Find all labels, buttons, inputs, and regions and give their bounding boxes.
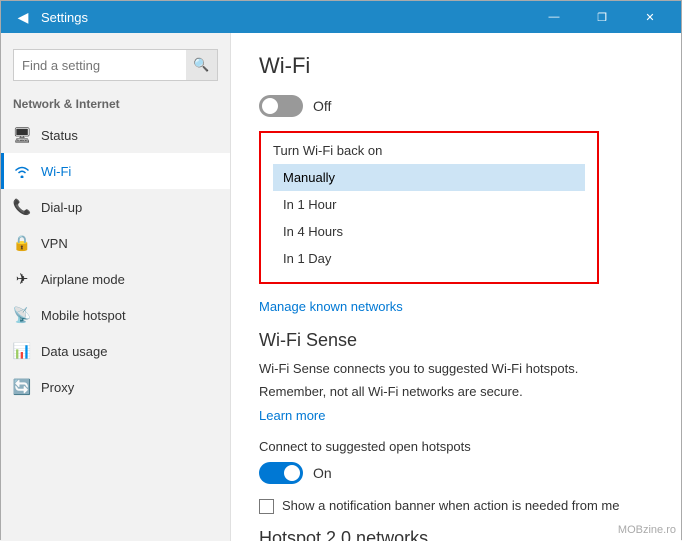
- window-controls: — ❐ ✕: [531, 1, 673, 33]
- restore-icon: ❐: [597, 11, 607, 24]
- sidebar-item-label-proxy: Proxy: [41, 380, 74, 395]
- airplane-icon: ✈: [13, 270, 31, 288]
- page-title: Wi-Fi: [259, 53, 653, 79]
- sidebar-item-hotspot[interactable]: 📡 Mobile hotspot: [1, 297, 230, 333]
- wifi-sense-desc2: Remember, not all Wi-Fi networks are sec…: [259, 384, 653, 399]
- wifi-toggle-row: Off: [259, 95, 653, 117]
- restore-button[interactable]: ❐: [579, 1, 625, 33]
- status-icon: 🖥: [13, 126, 31, 144]
- sidebar-item-vpn[interactable]: 🔒 VPN: [1, 225, 230, 261]
- notification-checkbox-row: Show a notification banner when action i…: [259, 498, 653, 514]
- wifi-back-box: Turn Wi-Fi back on Manually In 1 Hour In…: [259, 131, 599, 284]
- option-manually[interactable]: Manually: [273, 164, 585, 191]
- sidebar: 🔍 Network & Internet 🖥 Status Wi-Fi 📞 Di…: [1, 33, 231, 541]
- connect-toggle-knob: [284, 465, 300, 481]
- hotspot-icon: 📡: [13, 306, 31, 324]
- toggle-knob: [262, 98, 278, 114]
- wifi-sense-title: Wi-Fi Sense: [259, 330, 653, 351]
- hotspot20-title: Hotspot 2.0 networks: [259, 528, 653, 541]
- connect-toggle[interactable]: [259, 462, 303, 484]
- proxy-icon: 🔄: [13, 378, 31, 396]
- wifi-back-label: Turn Wi-Fi back on: [273, 143, 585, 158]
- sidebar-item-datausage[interactable]: 📊 Data usage: [1, 333, 230, 369]
- back-button[interactable]: ◀: [9, 3, 37, 31]
- sidebar-item-label-dialup: Dial-up: [41, 200, 82, 215]
- vpn-icon: 🔒: [13, 234, 31, 252]
- option-1day[interactable]: In 1 Day: [273, 245, 585, 272]
- connect-toggle-row: On: [259, 462, 653, 484]
- wifi-toggle-label: Off: [313, 98, 331, 114]
- sidebar-item-status[interactable]: 🖥 Status: [1, 117, 230, 153]
- main-layout: 🔍 Network & Internet 🖥 Status Wi-Fi 📞 Di…: [1, 33, 681, 541]
- sidebar-item-dialup[interactable]: 📞 Dial-up: [1, 189, 230, 225]
- notification-checkbox-label: Show a notification banner when action i…: [282, 498, 619, 513]
- sidebar-item-label-wifi: Wi-Fi: [41, 164, 71, 179]
- back-icon: ◀: [18, 9, 29, 26]
- datausage-icon: 📊: [13, 342, 31, 360]
- connect-label: Connect to suggested open hotspots: [259, 439, 653, 454]
- title-bar: ◀ Settings — ❐ ✕: [1, 1, 681, 33]
- sidebar-item-label-hotspot: Mobile hotspot: [41, 308, 126, 323]
- wifi-toggle[interactable]: [259, 95, 303, 117]
- wifi-sense-desc1: Wi-Fi Sense connects you to suggested Wi…: [259, 361, 653, 376]
- connect-toggle-label: On: [313, 465, 332, 481]
- notification-checkbox[interactable]: [259, 499, 274, 514]
- sidebar-item-label-vpn: VPN: [41, 236, 68, 251]
- sidebar-section-title: Network & Internet: [1, 93, 230, 117]
- sidebar-item-proxy[interactable]: 🔄 Proxy: [1, 369, 230, 405]
- search-button[interactable]: 🔍: [186, 49, 218, 81]
- search-container: 🔍: [13, 49, 218, 81]
- sidebar-item-airplane[interactable]: ✈ Airplane mode: [1, 261, 230, 297]
- close-button[interactable]: ✕: [627, 1, 673, 33]
- manage-networks-link[interactable]: Manage known networks: [259, 299, 403, 314]
- sidebar-item-label-datausage: Data usage: [41, 344, 108, 359]
- wifi-icon: [13, 162, 31, 180]
- app-title: Settings: [41, 10, 531, 25]
- minimize-icon: —: [549, 11, 560, 23]
- learn-more-link[interactable]: Learn more: [259, 408, 325, 423]
- content-area: Wi-Fi Off Turn Wi-Fi back on Manually In…: [231, 33, 681, 541]
- dialup-icon: 📞: [13, 198, 31, 216]
- minimize-button[interactable]: —: [531, 1, 577, 33]
- option-1hour[interactable]: In 1 Hour: [273, 191, 585, 218]
- sidebar-item-label-airplane: Airplane mode: [41, 272, 125, 287]
- sidebar-item-label-status: Status: [41, 128, 78, 143]
- close-icon: ✕: [645, 11, 654, 24]
- sidebar-item-wifi[interactable]: Wi-Fi: [1, 153, 230, 189]
- watermark: MOBzine.ro: [618, 524, 676, 536]
- option-4hours[interactable]: In 4 Hours: [273, 218, 585, 245]
